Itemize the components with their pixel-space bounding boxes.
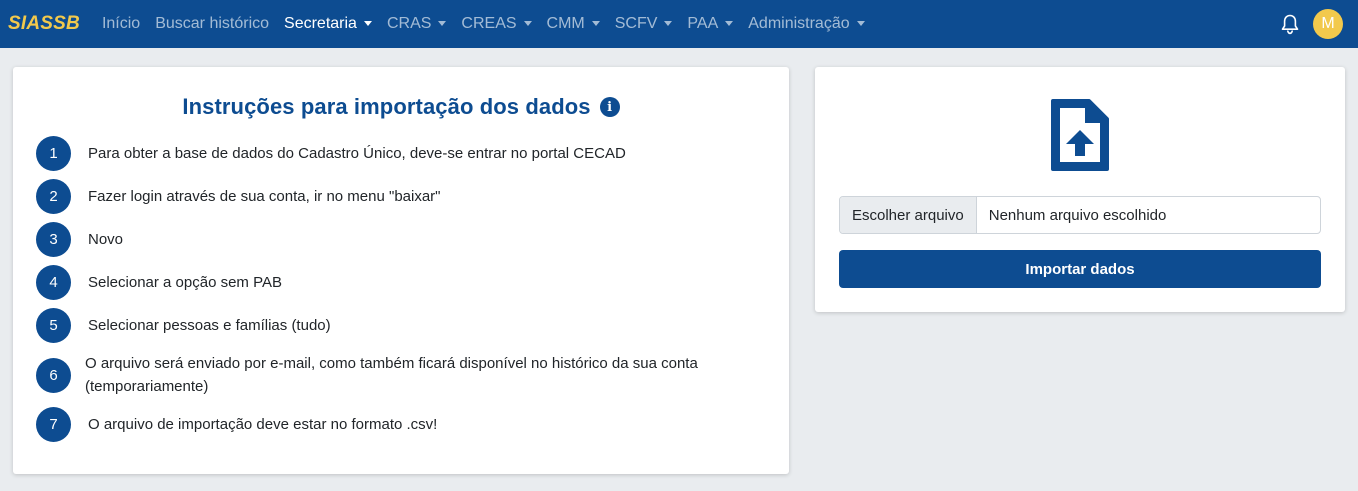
step-text: O arquivo será enviado por e-mail, como … — [85, 355, 698, 395]
avatar[interactable]: M — [1313, 9, 1343, 39]
upload-card: Escolher arquivo Nenhum arquivo escolhid… — [815, 67, 1345, 312]
nav-administracao[interactable]: Administração — [748, 15, 865, 33]
navbar-user-area: M — [1279, 0, 1343, 48]
nav-cras[interactable]: CRAS — [386, 15, 447, 33]
instruction-step: 1 Para obter a base de dados do Cadastro… — [36, 136, 748, 171]
choose-file-button[interactable]: Escolher arquivo — [840, 197, 977, 233]
top-navbar: SIASSB Início Buscar histórico Secretari… — [0, 0, 1358, 48]
caret-down-icon — [725, 20, 734, 26]
step-number-badge: 1 — [36, 136, 71, 171]
caret-down-icon — [856, 20, 865, 26]
instruction-step: 2 Fazer login através de sua conta, ir n… — [36, 179, 748, 214]
instruction-step: 4 Selecionar a opção sem PAB — [36, 265, 748, 300]
step-text: Para obter a base de dados do Cadastro Ú… — [88, 145, 626, 162]
file-status-text: Nenhum arquivo escolhido — [988, 206, 1167, 224]
nav-inicio[interactable]: Início — [102, 15, 140, 33]
file-input[interactable]: Escolher arquivo Nenhum arquivo escolhid… — [839, 196, 1321, 234]
instructions-card: Instruções para importação dos dados i 1… — [13, 67, 789, 474]
step-number-badge: 5 — [36, 308, 71, 343]
step-text: Selecionar a opção sem PAB — [88, 274, 282, 291]
step-text: Selecionar pessoas e famílias (tudo) — [88, 317, 331, 334]
nav-buscar-historico[interactable]: Buscar histórico — [155, 15, 269, 33]
instructions-title: Instruções para importação dos dados — [182, 94, 591, 119]
instruction-step: 3 Novo — [36, 222, 748, 257]
nav-creas[interactable]: CREAS — [461, 15, 532, 33]
nav-inicio-label: Início — [101, 15, 141, 32]
nav-creas-label: CREAS — [461, 15, 517, 32]
caret-down-icon — [523, 20, 532, 26]
caret-down-icon — [664, 20, 673, 26]
nav-cras-label: CRAS — [386, 15, 432, 32]
step-number-badge: 7 — [36, 407, 71, 442]
step-number-badge: 6 — [36, 357, 71, 393]
nav-administracao-label: Administração — [748, 15, 850, 32]
bell-icon[interactable] — [1279, 12, 1301, 36]
nav-scfv[interactable]: SCFV — [615, 15, 673, 33]
step-number-badge: 3 — [36, 222, 71, 257]
instruction-step: 6 O arquivo será enviado por e-mail, com… — [36, 352, 745, 398]
nav-paa-label: PAA — [687, 15, 719, 32]
nav-buscar-historico-label: Buscar histórico — [155, 15, 270, 32]
import-data-button[interactable]: Importar dados — [839, 250, 1321, 288]
step-text: Novo — [88, 231, 124, 248]
caret-down-icon — [363, 20, 372, 26]
step-number-badge: 2 — [36, 179, 71, 214]
nav-paa[interactable]: PAA — [687, 15, 734, 33]
step-number-badge: 4 — [36, 265, 71, 300]
nav-secretaria[interactable]: Secretaria — [284, 15, 372, 33]
brand-logo[interactable]: SIASSB — [8, 13, 80, 35]
caret-down-icon — [438, 20, 447, 26]
file-upload-icon — [1049, 97, 1111, 173]
nav-scfv-label: SCFV — [614, 15, 658, 32]
caret-down-icon — [591, 20, 600, 26]
instruction-step: 5 Selecionar pessoas e famílias (tudo) — [36, 308, 748, 343]
info-icon[interactable]: i — [599, 97, 620, 117]
nav-cmm[interactable]: CMM — [547, 15, 600, 33]
instruction-step: 7 O arquivo de importação deve estar no … — [36, 407, 748, 442]
nav-cmm-label: CMM — [546, 15, 585, 32]
step-text: O arquivo de importação deve estar no fo… — [88, 416, 438, 433]
instructions-header: Instruções para importação dos dados i — [13, 94, 789, 120]
nav-secretaria-label: Secretaria — [284, 15, 357, 32]
step-text: Fazer login através de sua conta, ir no … — [88, 188, 441, 205]
